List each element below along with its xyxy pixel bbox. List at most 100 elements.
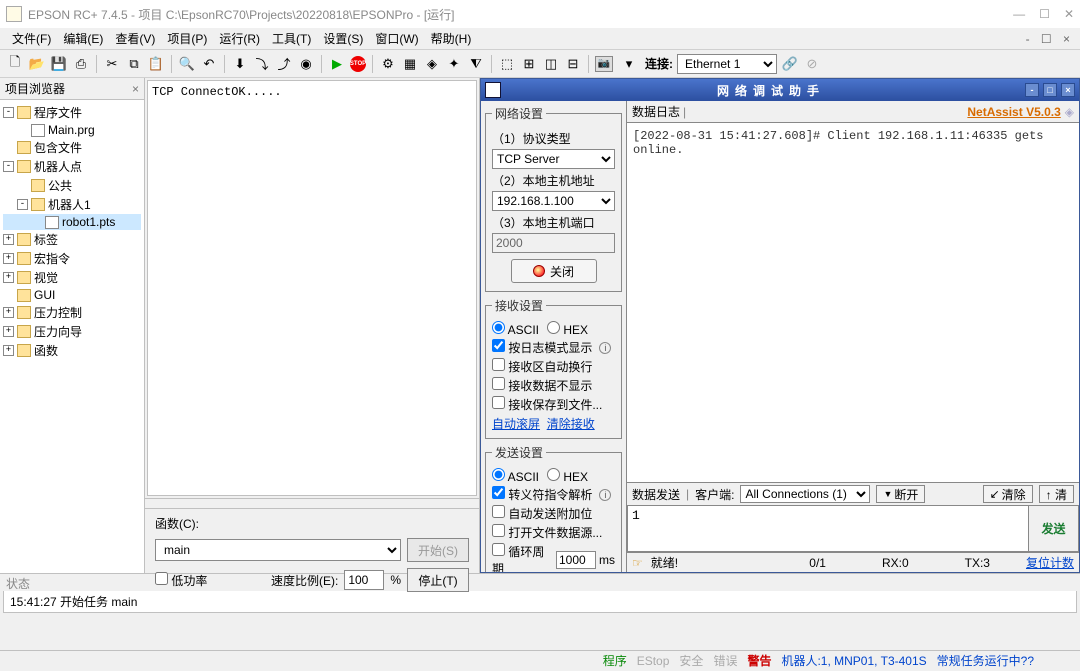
copy-icon[interactable]: ⧉ [125,55,143,73]
tree-item[interactable]: +视觉 [3,268,141,287]
step-in-icon[interactable]: ⬇ [231,55,249,73]
log-mode-check[interactable]: 按日志模式显示 [492,339,592,356]
menu-file[interactable]: 文件(F) [6,28,57,49]
client-select[interactable]: All Connections (1) [740,485,870,503]
find-icon[interactable]: 🔍 [178,55,196,73]
tree-item[interactable]: +压力向导 [3,322,141,341]
menu-help[interactable]: 帮助(H) [425,28,478,49]
net-max-icon[interactable]: □ [1043,83,1057,97]
tree-item[interactable]: 公共 [3,176,141,195]
step-out-icon[interactable]: ⤴ [275,55,293,73]
menu-run[interactable]: 运行(R) [213,28,266,49]
project-tree[interactable]: -程序文件Main.prg包含文件-机器人点公共-机器人1robot1.pts+… [0,100,144,573]
new-icon[interactable]: 🗋 [6,55,24,73]
minimize-button[interactable]: — [1013,7,1025,21]
clear-recv-link[interactable]: 清除接收 [547,417,595,431]
auto-append-check[interactable]: 自动发送附加位 [492,505,592,522]
tool-d-icon[interactable]: ✦ [445,55,463,73]
menu-view[interactable]: 查看(V) [109,28,161,49]
tool-b-icon[interactable]: ▦ [401,55,419,73]
host-select[interactable]: 192.168.1.100 [492,191,615,211]
reset-counter-link[interactable]: 复位计数 [1026,554,1074,571]
recv-hex-radio[interactable]: HEX [547,321,588,337]
return-button[interactable]: ↑ 清 [1039,485,1074,503]
net-close-button[interactable]: 关闭 [511,259,597,283]
auto-scroll-link[interactable]: 自动滚屏 [492,417,540,431]
open-icon[interactable]: 📂 [28,55,46,73]
camera-icon[interactable]: 📷 [595,56,613,72]
menu-edit[interactable]: 编辑(E) [57,28,109,49]
tool-a-icon[interactable]: ⚙ [379,55,397,73]
menu-tools[interactable]: 工具(T) [266,28,317,49]
tree-item[interactable]: +标签 [3,230,141,249]
tree-item[interactable]: +宏指令 [3,249,141,268]
undo-icon[interactable]: ↶ [200,55,218,73]
tree-item[interactable]: +函数 [3,341,141,360]
step-over-icon[interactable]: ⤵ [253,55,271,73]
menu-project[interactable]: 项目(P) [161,28,213,49]
recv-ascii-radio[interactable]: ASCII [492,321,539,337]
speed-input[interactable] [344,570,384,590]
stop-button[interactable]: 停止(T) [407,568,469,592]
dropdown-icon[interactable]: ▾ [620,55,638,73]
open-file-check[interactable]: 打开文件数据源... [492,524,602,541]
tree-item[interactable]: robot1.pts [3,214,141,230]
port-input[interactable] [492,233,615,253]
paste-icon[interactable]: 📋 [147,55,165,73]
maximize-button[interactable]: ☐ [1039,7,1050,21]
function-select[interactable]: main [155,539,401,561]
send-ascii-radio[interactable]: ASCII [492,468,539,484]
tree-item[interactable]: GUI [3,287,141,303]
menu-window[interactable]: 窗口(W) [369,28,424,49]
tree-toggle-icon[interactable]: + [3,326,14,337]
tree-item[interactable]: +压力控制 [3,303,141,322]
net-min-icon[interactable]: - [1025,83,1039,97]
connect-icon[interactable]: 🔗 [781,55,799,73]
escape-check[interactable]: 转义符指令解析 [492,486,592,503]
tool-i-icon[interactable]: ⊟ [564,55,582,73]
stop-icon[interactable]: STOP [350,56,366,72]
connection-select[interactable]: Ethernet 1 [677,54,777,74]
tool-c-icon[interactable]: ◈ [423,55,441,73]
send-textarea[interactable]: 1 [627,506,1029,552]
log-output[interactable]: [2022-08-31 15:41:27.608]# Client 192.16… [627,123,1079,482]
low-power-checkbox[interactable]: 低功率 [155,572,207,589]
tool-h-icon[interactable]: ◫ [542,55,560,73]
cycle-check[interactable]: 循环周期 [492,543,553,572]
tree-toggle-icon[interactable]: + [3,345,14,356]
brand-link[interactable]: NetAssist V5.0.3 [967,105,1060,119]
info-icon[interactable]: i [599,342,611,354]
auto-wrap-check[interactable]: 接收区自动换行 [492,358,592,375]
send-button[interactable]: 发送 [1029,506,1079,552]
net-close-icon[interactable]: × [1061,83,1075,97]
cycle-input[interactable] [556,551,596,569]
tree-toggle-icon[interactable]: + [3,307,14,318]
tree-toggle-icon[interactable]: + [3,253,14,264]
tree-toggle-icon[interactable]: - [3,107,14,118]
menu-settings[interactable]: 设置(S) [317,28,369,49]
tree-item[interactable]: 包含文件 [3,138,141,157]
send-hex-radio[interactable]: HEX [547,468,588,484]
tree-toggle-icon[interactable]: - [17,199,28,210]
breakpoint-icon[interactable]: ◉ [297,55,315,73]
tool-f-icon[interactable]: ⬚ [498,55,516,73]
disconnect-icon[interactable]: ⊘ [803,55,821,73]
close-button[interactable]: ✕ [1064,7,1074,21]
save-icon[interactable]: 💾 [50,55,68,73]
mdi-controls[interactable]: - ☐ × [1026,32,1074,46]
info-icon-2[interactable]: i [599,489,611,501]
clear-button[interactable]: ↙ 清除 [983,485,1033,503]
tree-item[interactable]: -程序文件 [3,103,141,122]
run-icon[interactable]: ▶ [328,55,346,73]
cut-icon[interactable]: ✂ [103,55,121,73]
tree-item[interactable]: Main.prg [3,122,141,138]
tree-toggle-icon[interactable]: + [3,272,14,283]
tree-item[interactable]: -机器人1 [3,195,141,214]
tree-toggle-icon[interactable]: + [3,234,14,245]
no-show-check[interactable]: 接收数据不显示 [492,377,592,394]
netassist-titlebar[interactable]: 网络调试助手 - □ × [481,79,1079,101]
start-button[interactable]: 开始(S) [407,538,469,562]
tree-toggle-icon[interactable]: - [3,161,14,172]
tree-item[interactable]: -机器人点 [3,157,141,176]
protocol-select[interactable]: TCP Server [492,149,615,169]
